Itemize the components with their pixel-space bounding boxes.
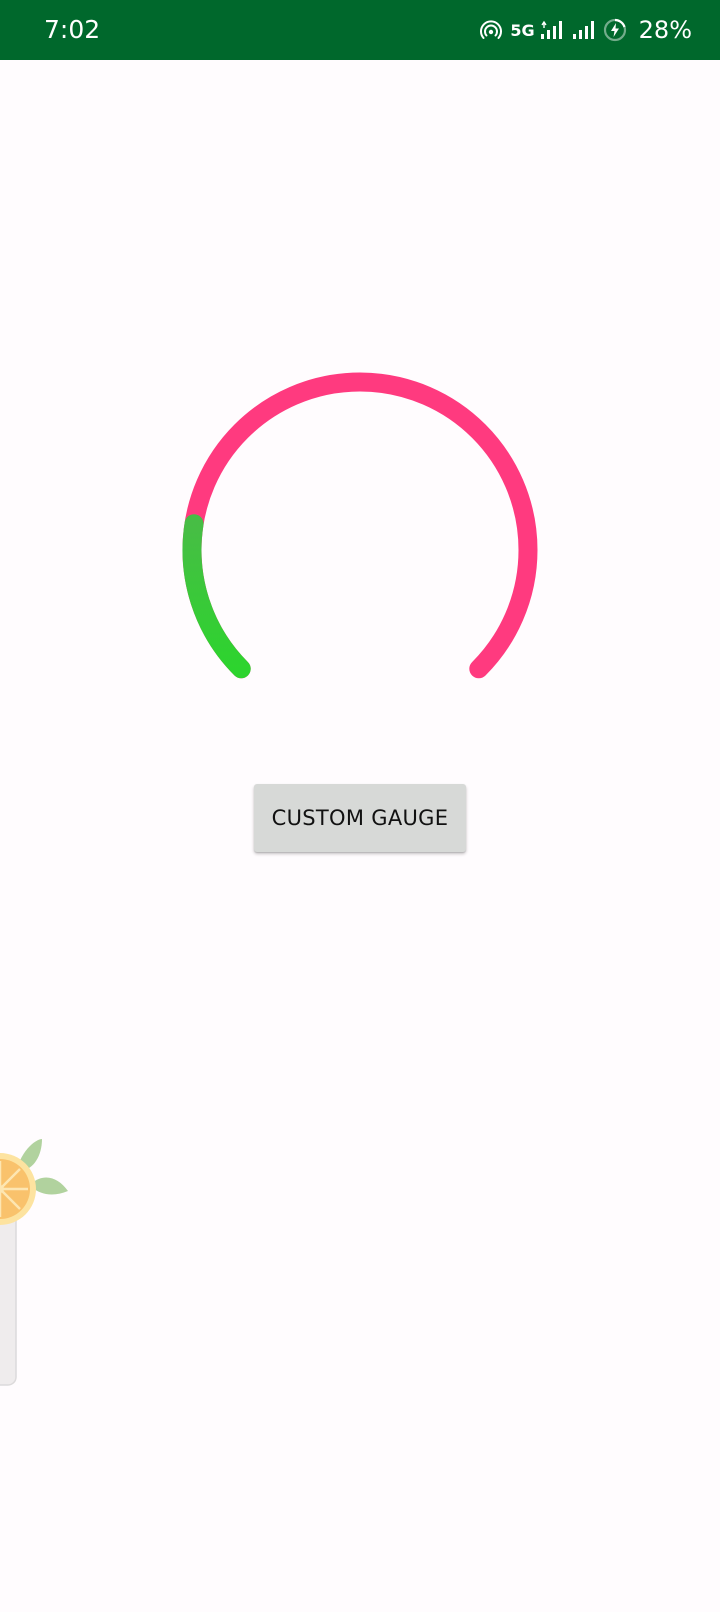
floating-bubble[interactable] — [0, 1135, 80, 1400]
orange-slice-icon — [0, 1139, 68, 1225]
gauge-value-arc — [182, 514, 251, 679]
gauge-track-arc — [182, 372, 538, 679]
gauge — [182, 372, 538, 679]
custom-gauge-button[interactable]: CUSTOM GAUGE — [254, 784, 466, 852]
